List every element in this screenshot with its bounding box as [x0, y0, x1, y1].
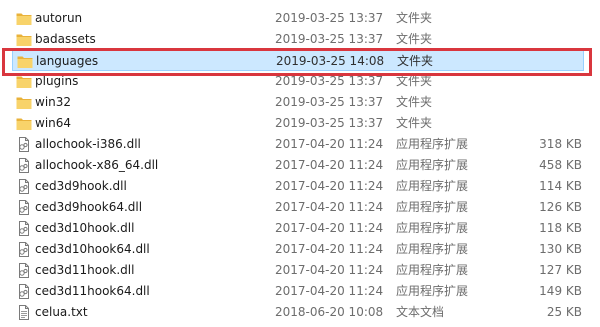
file-name: ced3d9hook64.dll	[35, 200, 143, 214]
file-name: celua.txt	[35, 305, 88, 319]
file-date-modified: 2017-04-20 11:24	[275, 158, 384, 172]
folder-icon	[16, 32, 32, 47]
file-date-modified: 2017-04-20 11:24	[275, 137, 384, 151]
file-date-modified: 2018-06-20 10:08	[275, 305, 384, 319]
file-date-modified: 2017-04-20 11:24	[275, 242, 384, 256]
file-date-modified: 2017-04-20 11:24	[275, 263, 384, 277]
file-type: 文件夹	[397, 54, 434, 68]
dll-file-icon	[16, 137, 32, 152]
file-row[interactable]: allochook-x86_64.dll 2017-04-20 11:24 应用程序…	[12, 155, 584, 176]
file-date-modified: 2017-04-20 11:24	[275, 179, 384, 193]
dll-file-icon	[16, 158, 32, 173]
file-type: 应用程序扩展	[396, 284, 469, 298]
file-date-modified: 2017-04-20 11:24	[275, 221, 384, 235]
file-type: 应用程序扩展	[396, 179, 469, 193]
file-date-modified: 2019-03-25 13:37	[275, 11, 384, 25]
file-size: 25 KB	[546, 305, 582, 319]
file-size: 149 KB	[539, 284, 582, 298]
file-size: 126 KB	[539, 200, 582, 214]
file-type: 应用程序扩展	[396, 242, 469, 256]
dll-file-icon	[16, 221, 32, 236]
file-type: 文件夹	[396, 32, 433, 46]
file-row[interactable]: allochook-i386.dll 2017-04-20 11:24 应用程序扩展…	[12, 134, 584, 155]
folder-icon	[16, 95, 32, 110]
file-row[interactable]: languages 2019-03-25 14:08 文件夹	[12, 50, 584, 71]
file-name: allochook-x86_64.dll	[35, 158, 159, 172]
file-row[interactable]: ced3d11hook.dll 2017-04-20 11:24 应用程序扩展 127…	[12, 260, 584, 281]
file-type: 文件夹	[396, 11, 433, 25]
dll-file-icon	[16, 284, 32, 299]
file-row[interactable]: ced3d9hook.dll 2017-04-20 11:24 应用程序扩展 114 …	[12, 176, 584, 197]
file-row[interactable]: badassets 2019-03-25 13:37 文件夹	[12, 29, 584, 50]
file-date-modified: 2019-03-25 14:08	[276, 54, 385, 68]
file-row[interactable]: celua.txt 2018-06-20 10:08 文本文档 25 KB	[12, 302, 584, 323]
file-row[interactable]: ced3d11hook64.dll 2017-04-20 11:24 应用程序扩展 1…	[12, 281, 584, 302]
file-size: 130 KB	[539, 242, 582, 256]
file-row[interactable]: ced3d10hook.dll 2017-04-20 11:24 应用程序扩展 118…	[12, 218, 584, 239]
file-row[interactable]: ced3d9hook64.dll 2017-04-20 11:24 应用程序扩展 12…	[12, 197, 584, 218]
file-date-modified: 2019-03-25 13:37	[275, 74, 384, 88]
file-size: 127 KB	[539, 263, 582, 277]
file-date-modified: 2019-03-25 13:37	[275, 116, 384, 130]
file-date-modified: 2017-04-20 11:24	[275, 200, 384, 214]
file-size: 118 KB	[539, 221, 582, 235]
file-type: 应用程序扩展	[396, 263, 469, 277]
dll-file-icon	[16, 200, 32, 215]
file-type: 文件夹	[396, 116, 433, 130]
folder-icon	[17, 54, 33, 69]
file-type: 应用程序扩展	[396, 158, 469, 172]
file-type: 文件夹	[396, 95, 433, 109]
file-name: ced3d11hook64.dll	[35, 284, 150, 298]
file-name: languages	[36, 54, 99, 68]
file-date-modified: 2019-03-25 13:37	[275, 32, 384, 46]
file-row[interactable]: plugins 2019-03-25 13:37 文件夹	[12, 71, 584, 92]
file-row[interactable]: win64 2019-03-25 13:37 文件夹	[12, 113, 584, 134]
file-type: 应用程序扩展	[396, 221, 469, 235]
folder-icon	[16, 11, 32, 26]
folder-icon	[16, 74, 32, 89]
file-name: ced3d10hook.dll	[35, 221, 135, 235]
file-size: 318 KB	[539, 137, 582, 151]
folder-icon	[16, 116, 32, 131]
text-file-icon	[16, 305, 32, 320]
file-type: 应用程序扩展	[396, 137, 469, 151]
file-row[interactable]: autorun 2019-03-25 13:37 文件夹	[12, 8, 584, 29]
dll-file-icon	[16, 179, 32, 194]
file-type: 文本文档	[396, 305, 445, 319]
file-name: ced3d11hook.dll	[35, 263, 135, 277]
file-list: autorun 2019-03-25 13:37 文件夹 badassets 2019-…	[0, 0, 600, 323]
file-size: 458 KB	[539, 158, 582, 172]
file-name: win32	[35, 95, 72, 109]
file-name: win64	[35, 116, 72, 130]
file-type: 应用程序扩展	[396, 200, 469, 214]
file-name: allochook-i386.dll	[35, 137, 141, 151]
file-date-modified: 2019-03-25 13:37	[275, 95, 384, 109]
file-name: ced3d10hook64.dll	[35, 242, 150, 256]
file-name: ced3d9hook.dll	[35, 179, 127, 193]
file-name: autorun	[35, 11, 83, 25]
file-date-modified: 2017-04-20 11:24	[275, 284, 384, 298]
dll-file-icon	[16, 242, 32, 257]
dll-file-icon	[16, 263, 32, 278]
file-row[interactable]: ced3d10hook64.dll 2017-04-20 11:24 应用程序扩展 1…	[12, 239, 584, 260]
file-name: badassets	[35, 32, 96, 46]
file-name: plugins	[35, 74, 79, 88]
file-type: 文件夹	[396, 74, 433, 88]
file-row[interactable]: win32 2019-03-25 13:37 文件夹	[12, 92, 584, 113]
file-size: 114 KB	[539, 179, 582, 193]
